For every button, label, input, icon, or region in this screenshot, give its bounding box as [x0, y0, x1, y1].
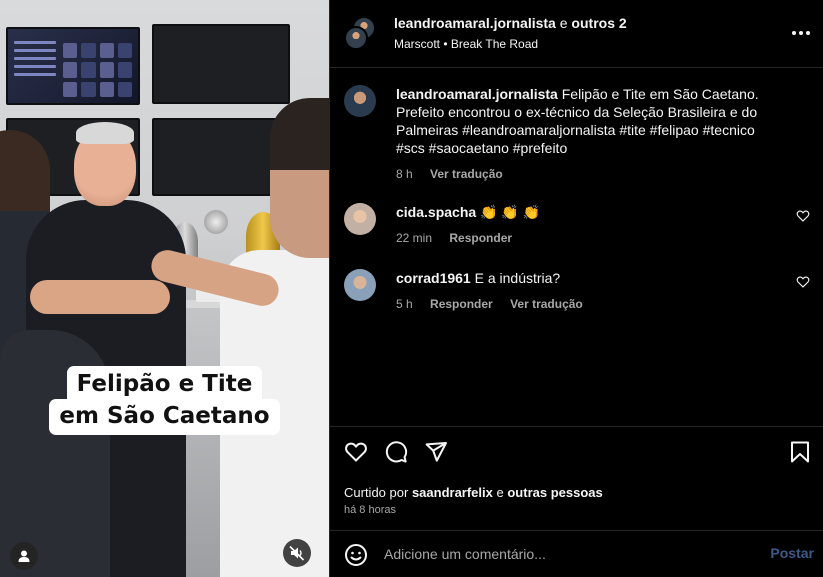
reply-button[interactable]: Responder	[430, 297, 493, 311]
audio-artist: Marscott	[394, 37, 441, 51]
caption-time[interactable]: 8 h	[396, 167, 413, 181]
tv-screen-off	[152, 118, 278, 196]
comment-time[interactable]: 22 min	[396, 231, 432, 245]
comment-text: E a indústria?	[474, 270, 561, 286]
ball-trophy	[204, 210, 228, 234]
heart-icon[interactable]	[344, 440, 368, 464]
post-caption: leandroamaral.jornalista Felipão e Tite …	[344, 85, 810, 185]
likes-summary[interactable]: Curtido por saandrarfelix e outras pesso…	[344, 485, 603, 500]
tv-screen-on	[6, 27, 140, 105]
comment-item: corrad1961 E a indústria? 5 h Responder …	[344, 269, 810, 317]
collab-avatars[interactable]	[344, 16, 376, 50]
more-options-icon[interactable]	[792, 24, 810, 42]
post-video[interactable]: Felipão e Tite em São Caetano	[0, 0, 329, 577]
caption-username[interactable]: leandroamaral.jornalista	[396, 86, 558, 102]
avatar[interactable]	[344, 269, 376, 301]
header-usernames: leandroamaral.jornalista e outros 2	[394, 15, 627, 31]
avatar	[344, 26, 368, 50]
comment-composer: Postar	[330, 530, 823, 577]
post-side-panel: leandroamaral.jornalista e outros 2 Mars…	[329, 0, 823, 577]
tv-screen-off	[152, 24, 290, 104]
post-actions: Curtido por saandrarfelix e outras pesso…	[330, 426, 823, 530]
reply-button[interactable]: Responder	[449, 231, 512, 245]
comment-time[interactable]: 5 h	[396, 297, 413, 311]
translate-button[interactable]: Ver tradução	[510, 297, 583, 311]
post-comment-button[interactable]: Postar	[770, 545, 814, 561]
comment-icon[interactable]	[384, 440, 408, 464]
video-caption-overlay: Felipão e Tite em São Caetano	[0, 366, 329, 435]
audio-info[interactable]: Marscott • Break The Road	[394, 37, 538, 51]
comment-text: 👏 👏 👏	[480, 204, 541, 220]
author-username[interactable]: leandroamaral.jornalista	[394, 15, 556, 31]
translate-button[interactable]: Ver tradução	[430, 167, 503, 181]
person-right-head	[270, 98, 329, 258]
comment-username[interactable]: corrad1961	[396, 270, 471, 286]
avatar[interactable]	[344, 85, 376, 117]
heart-icon[interactable]	[796, 209, 810, 223]
others-link[interactable]: outras pessoas	[507, 485, 602, 500]
audio-track: Break The Road	[450, 37, 539, 51]
person-center-arms	[30, 280, 170, 314]
comment-input[interactable]	[384, 542, 754, 566]
tagged-users-button[interactable]	[10, 542, 38, 570]
mute-button[interactable]	[283, 539, 311, 567]
video-caption-line-1: Felipão e Tite	[66, 366, 263, 401]
muted-audio-icon	[289, 545, 305, 561]
emoji-icon[interactable]	[344, 543, 368, 567]
user-tag-icon	[18, 550, 30, 562]
liker-username[interactable]: saandrarfelix	[412, 485, 493, 500]
comment-item: cida.spacha 👏 👏 👏 22 min Responder	[344, 203, 810, 251]
share-icon[interactable]	[424, 440, 448, 464]
heart-icon[interactable]	[796, 275, 810, 289]
avatar[interactable]	[344, 203, 376, 235]
post-header: leandroamaral.jornalista e outros 2 Mars…	[330, 0, 823, 68]
post-timestamp[interactable]: há 8 horas	[344, 504, 396, 516]
video-caption-line-2: em São Caetano	[49, 399, 280, 435]
person-center-hair	[76, 122, 134, 144]
bookmark-icon[interactable]	[788, 440, 812, 464]
instagram-post-view: Felipão e Tite em São Caetano leandroama…	[0, 0, 823, 577]
comments-section: leandroamaral.jornalista Felipão e Tite …	[330, 69, 823, 426]
collaborators-link[interactable]: outros 2	[571, 15, 626, 31]
comment-username[interactable]: cida.spacha	[396, 204, 476, 220]
